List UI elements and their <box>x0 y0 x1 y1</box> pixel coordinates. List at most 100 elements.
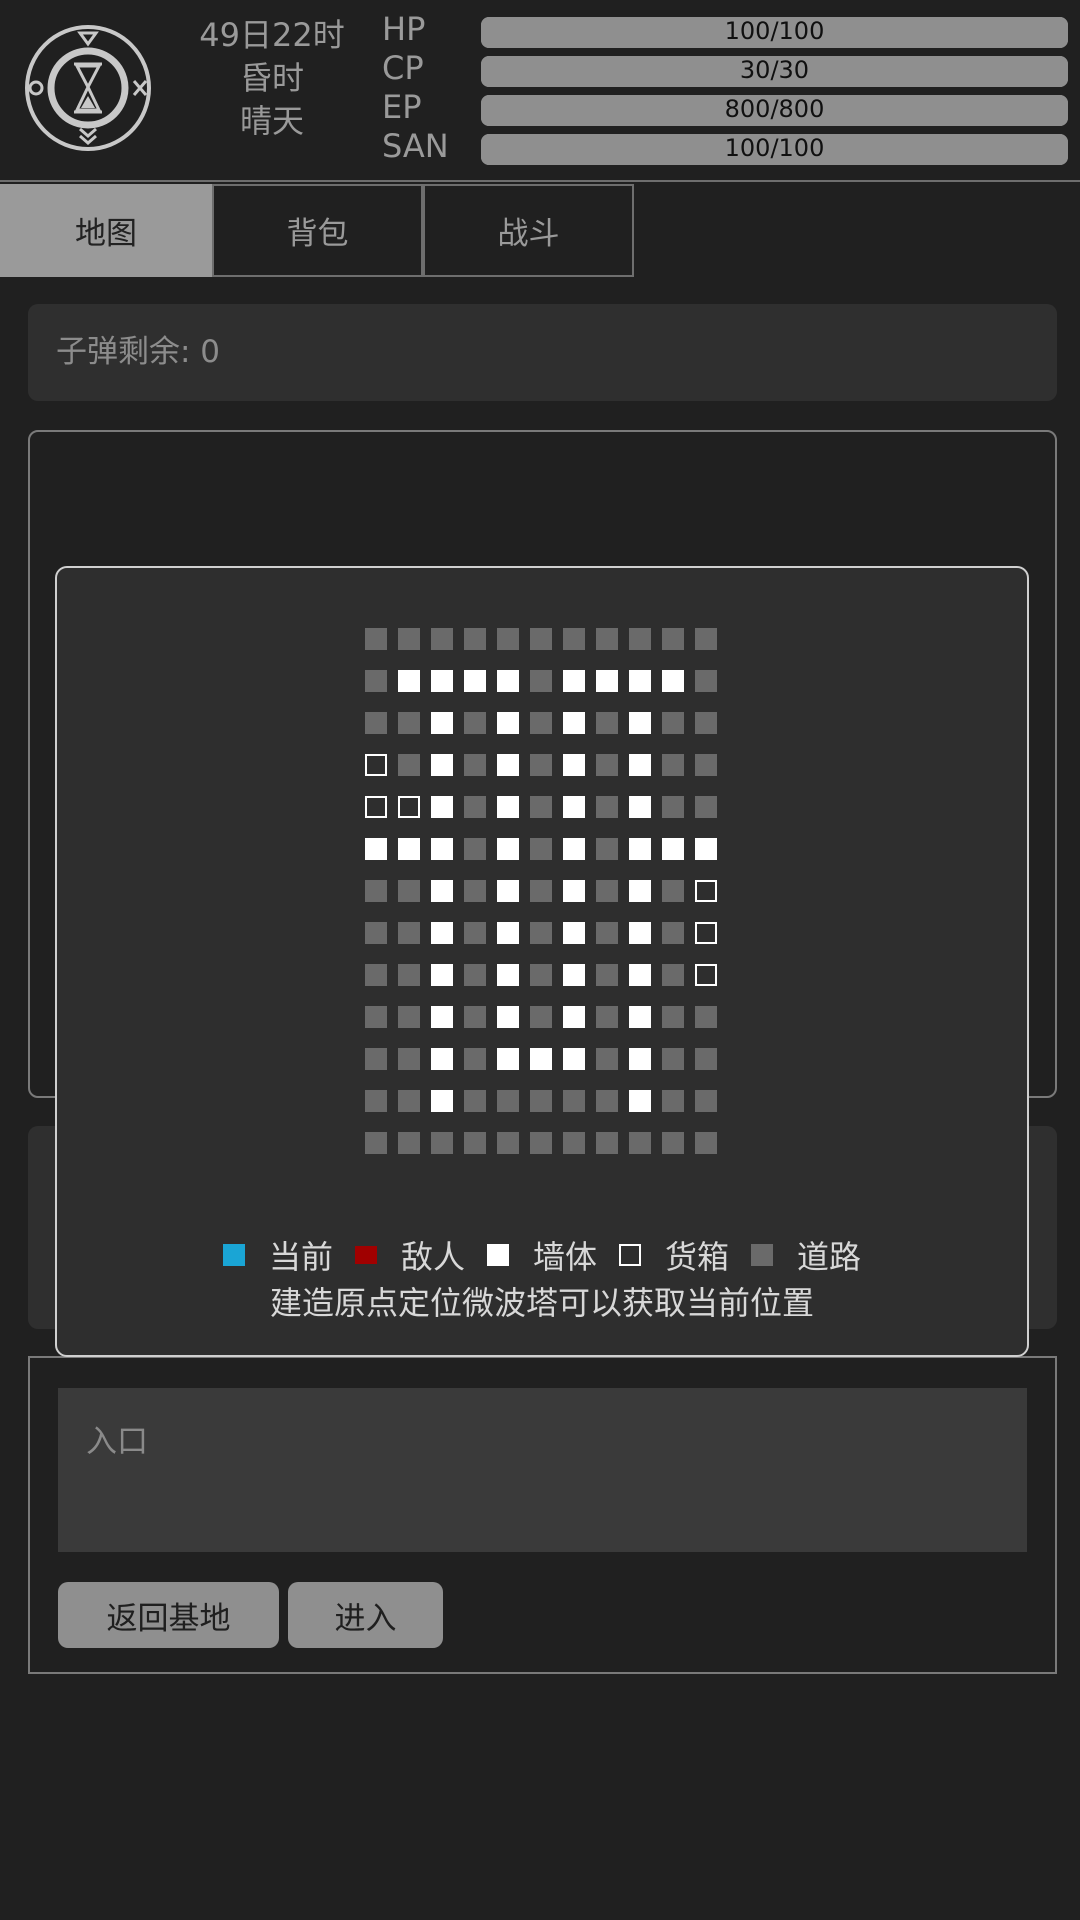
return-base-button[interactable]: 返回基地 <box>58 1582 279 1648</box>
weather: 晴天 <box>239 102 304 140</box>
map-cell-road <box>662 1090 684 1112</box>
stat-label-cp: CP <box>382 49 424 87</box>
current-swatch-icon <box>222 1244 245 1266</box>
stat-label-ep: EP <box>382 88 422 126</box>
map-cell-road <box>464 1132 486 1154</box>
hp-value: 100/100 <box>724 17 825 45</box>
map-cell-road <box>596 1090 618 1112</box>
map-cell-road <box>497 628 519 650</box>
map-cell-road <box>497 1090 519 1112</box>
map-cell-crate <box>398 796 420 818</box>
legend-current: 当前 <box>222 1232 333 1278</box>
map-cell-road <box>398 1006 420 1028</box>
map-cell-road <box>398 964 420 986</box>
map-cell-road <box>596 838 618 860</box>
map-cell-wall <box>629 796 651 818</box>
hourglass-compass-icon[interactable] <box>24 24 152 152</box>
map-cell-wall <box>497 1048 519 1070</box>
map-cell-road <box>629 1132 651 1154</box>
map-cell-road <box>695 1006 717 1028</box>
map-cell-road <box>596 1048 618 1070</box>
map-cell-wall <box>563 880 585 902</box>
map-cell-wall <box>629 1006 651 1028</box>
map-cell-wall <box>563 796 585 818</box>
time-block: 49日22时 昏时 晴天 <box>190 14 354 143</box>
map-cell-road <box>365 670 387 692</box>
map-cell-road <box>365 628 387 650</box>
map-cell-wall <box>563 754 585 776</box>
map-cell-road <box>596 964 618 986</box>
map-cell-road <box>530 922 552 944</box>
map-cell-road <box>464 754 486 776</box>
map-cell-wall <box>563 712 585 734</box>
map-cell-road <box>530 1090 552 1112</box>
map-cell-wall <box>629 838 651 860</box>
legend-crate: 货箱 <box>619 1232 729 1278</box>
map-cell-wall <box>497 880 519 902</box>
map-cell-road <box>398 1048 420 1070</box>
map-cell-crate <box>695 964 717 986</box>
map-cell-road <box>530 670 552 692</box>
map-cell-road <box>530 964 552 986</box>
map-cell-road <box>662 796 684 818</box>
map-cell-wall <box>497 964 519 986</box>
map-cell-road <box>596 796 618 818</box>
map-cell-wall <box>530 1048 552 1070</box>
map-cell-road <box>662 922 684 944</box>
map-cell-road <box>398 1090 420 1112</box>
legend-label: 货箱 <box>665 1238 730 1276</box>
map-cell-road <box>662 1006 684 1028</box>
map-cell-road <box>464 796 486 818</box>
ep-value: 800/800 <box>724 95 825 123</box>
map-cell-wall <box>431 712 453 734</box>
stat-label-san: SAN <box>382 127 449 165</box>
map-cell-road <box>464 880 486 902</box>
map-grid <box>365 628 717 1154</box>
legend-label: 当前 <box>268 1238 333 1276</box>
legend-label: 敌人 <box>400 1238 465 1276</box>
enemy-swatch-icon <box>354 1246 377 1264</box>
map-cell-road <box>464 838 486 860</box>
tab-backpack[interactable]: 背包 <box>212 184 423 277</box>
stat-bars: 100/100 30/30 800/800 100/100 <box>481 17 1068 173</box>
map-cell-crate <box>365 754 387 776</box>
map-popup[interactable]: 当前 敌人 墙体 货箱 道路 建造原点定位微波塔可以获取当前位置 <box>55 566 1029 1357</box>
map-cell-wall <box>398 670 420 692</box>
map-cell-road <box>695 1090 717 1112</box>
map-cell-wall <box>497 1006 519 1028</box>
enter-button[interactable]: 进入 <box>288 1582 443 1648</box>
map-cell-road <box>596 628 618 650</box>
map-cell-wall <box>365 838 387 860</box>
map-cell-road <box>398 1132 420 1154</box>
map-cell-wall <box>563 1048 585 1070</box>
map-cell-road <box>398 754 420 776</box>
map-cell-road <box>365 1090 387 1112</box>
map-cell-wall <box>431 1006 453 1028</box>
map-cell-road <box>695 670 717 692</box>
map-cell-road <box>431 1132 453 1154</box>
map-cell-road <box>365 712 387 734</box>
map-cell-road <box>596 712 618 734</box>
map-cell-road <box>530 754 552 776</box>
map-cell-road <box>365 880 387 902</box>
map-cell-wall <box>629 754 651 776</box>
map-cell-road <box>530 1132 552 1154</box>
map-cell-wall <box>629 880 651 902</box>
map-cell-road <box>662 628 684 650</box>
map-cell-road <box>530 628 552 650</box>
map-cell-crate <box>695 880 717 902</box>
map-cell-road <box>530 712 552 734</box>
san-bar: 100/100 <box>481 134 1068 165</box>
entrance-description: 入口 <box>58 1388 1027 1552</box>
tab-map[interactable]: 地图 <box>0 184 212 277</box>
map-cell-road <box>464 1048 486 1070</box>
map-cell-wall <box>629 1048 651 1070</box>
map-cell-road <box>596 1006 618 1028</box>
period: 昏时 <box>239 59 304 97</box>
tab-battle[interactable]: 战斗 <box>423 184 634 277</box>
map-cell-wall <box>662 670 684 692</box>
road-swatch-icon <box>751 1244 774 1266</box>
stat-label-hp: HP <box>382 10 426 48</box>
map-cell-wall <box>497 712 519 734</box>
map-cell-wall <box>563 670 585 692</box>
